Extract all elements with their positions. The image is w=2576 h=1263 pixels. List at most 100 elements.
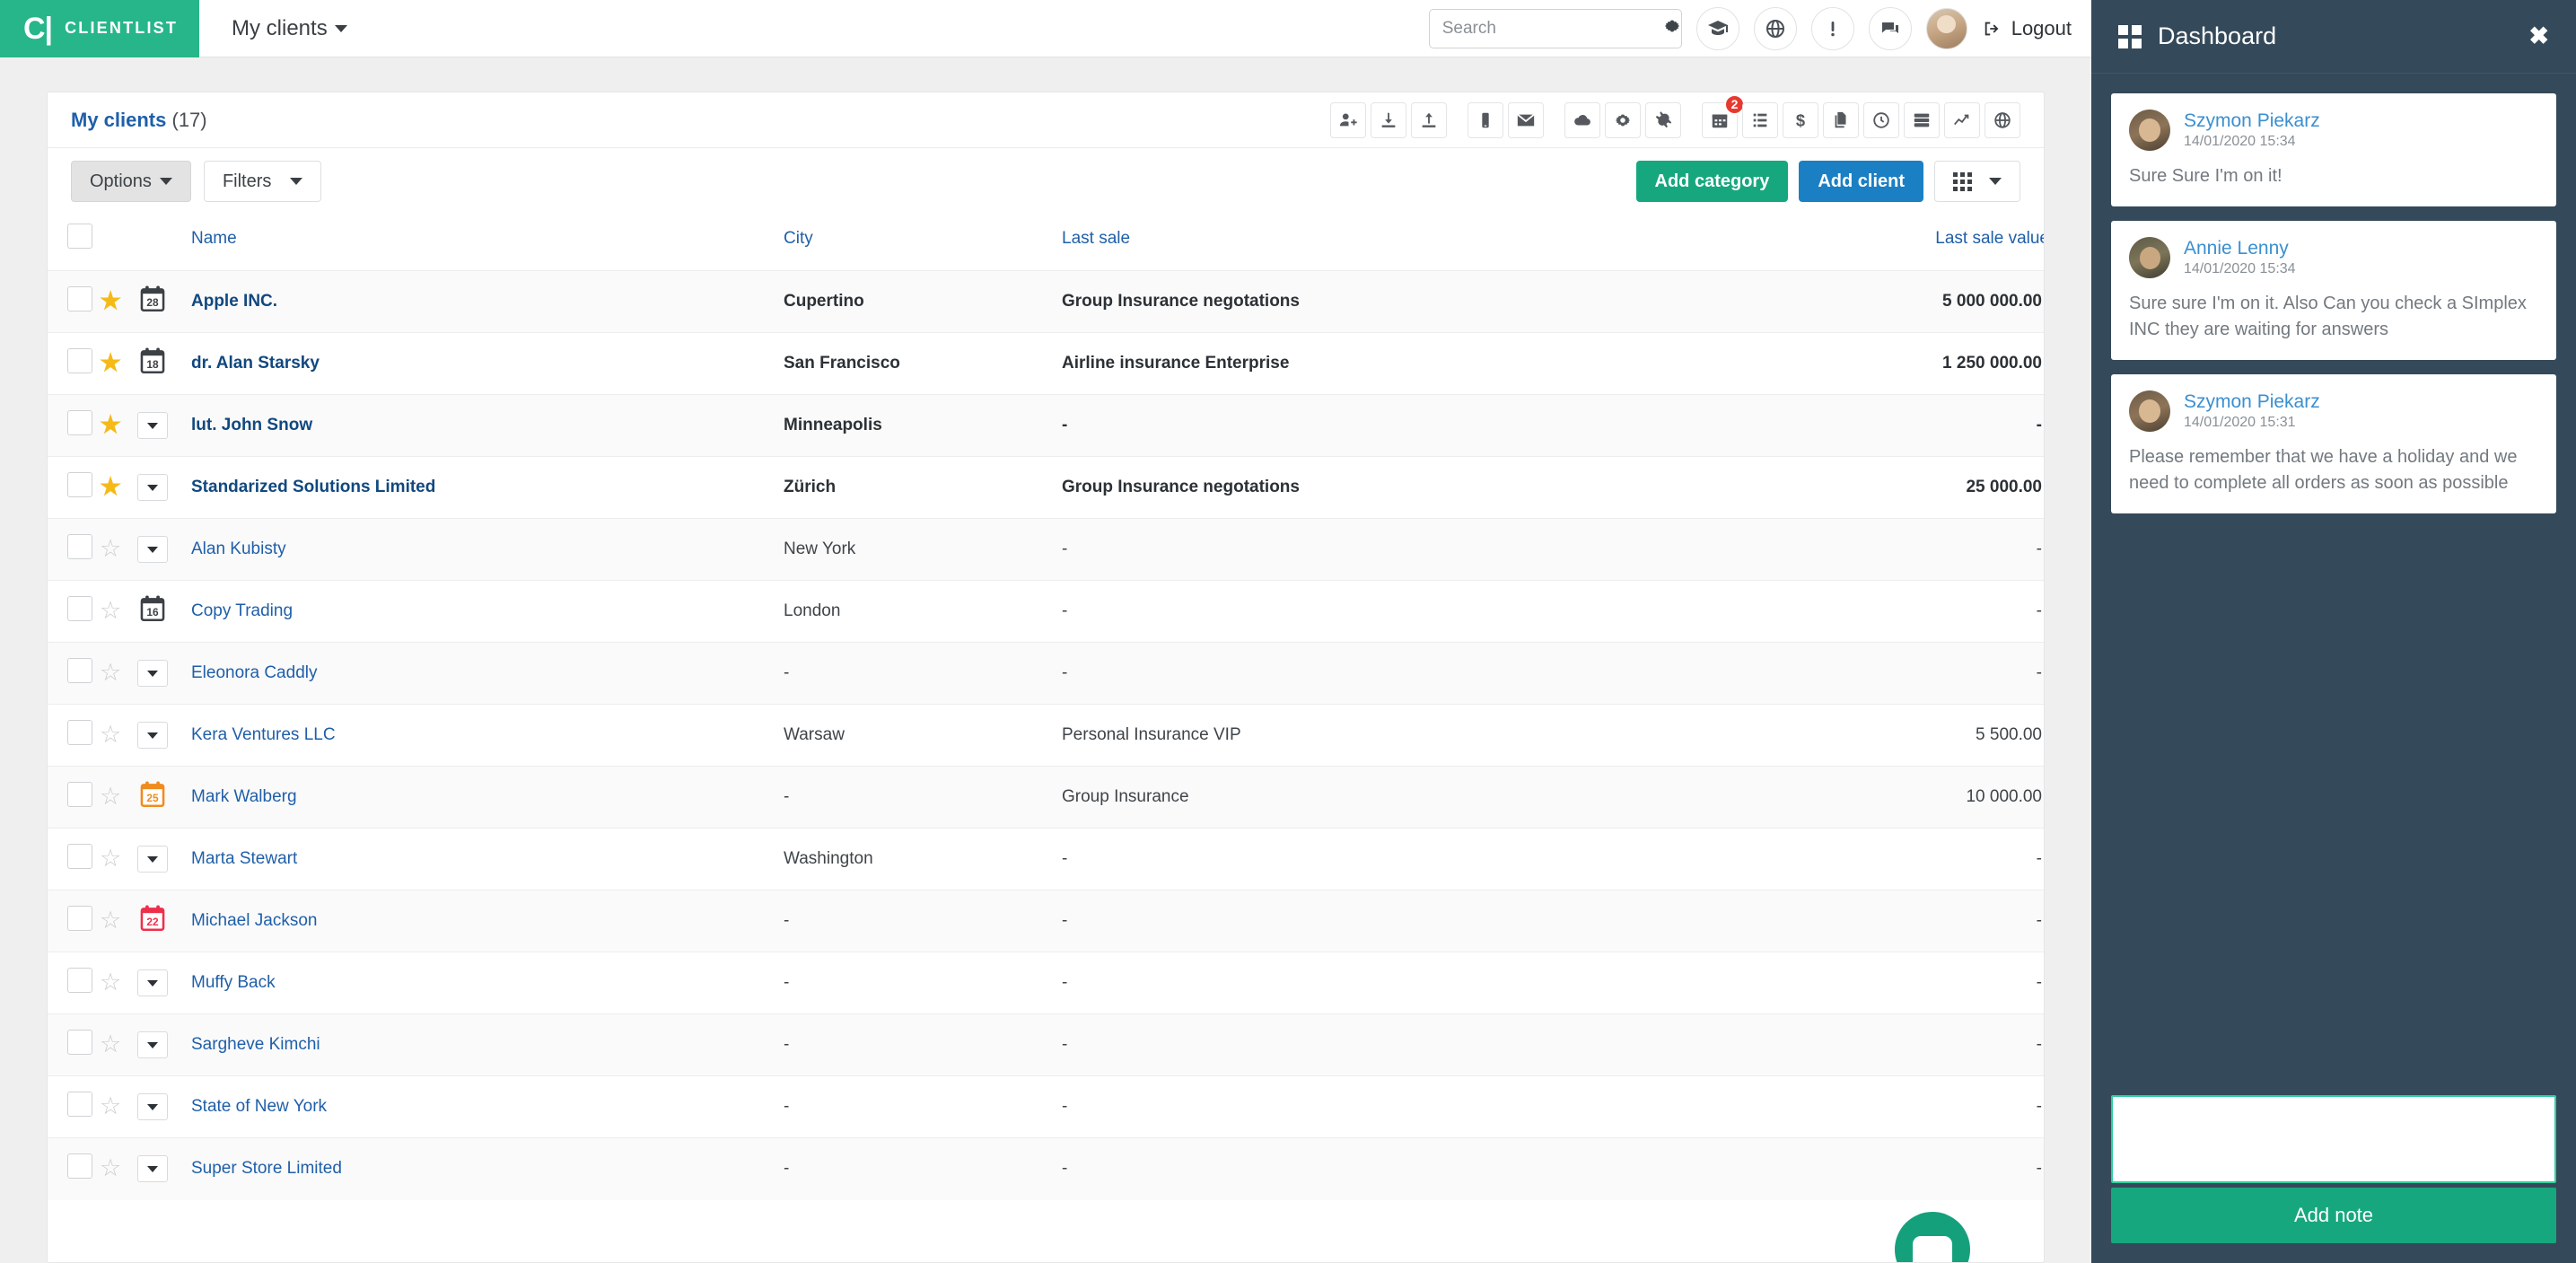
note-author[interactable]: Annie Lenny [2184, 238, 2296, 259]
client-link[interactable]: dr. Alan Starsky [191, 354, 320, 373]
client-link[interactable]: Mark Walberg [191, 787, 297, 806]
search-box[interactable] [1428, 8, 1682, 48]
row-dropdown-button[interactable] [137, 412, 168, 439]
client-link[interactable]: Alan Kubisty [191, 539, 286, 558]
row-checkbox[interactable] [67, 1153, 92, 1180]
table-row[interactable]: ☆ 22 Michael Jackson - - - [48, 890, 2044, 952]
upload-icon[interactable] [1411, 101, 1447, 138]
star-outline-icon[interactable]: ☆ [100, 659, 121, 686]
table-row[interactable]: ☆ Muffy Back - - - [48, 952, 2044, 1014]
graduation-cap-icon[interactable] [1695, 6, 1739, 50]
row-dropdown-button[interactable] [137, 722, 168, 749]
add-user-icon[interactable] [1330, 101, 1366, 138]
client-link[interactable]: Copy Trading [191, 601, 293, 620]
client-link[interactable]: Marta Stewart [191, 849, 297, 868]
floating-action-button[interactable] [1895, 1212, 1970, 1262]
client-link[interactable]: Standarized Solutions Limited [191, 478, 435, 496]
add-category-button[interactable]: Add category [1635, 161, 1789, 202]
row-checkbox[interactable] [67, 348, 92, 373]
star-outline-icon[interactable]: ☆ [100, 597, 121, 624]
chart-line-icon[interactable] [1944, 101, 1980, 138]
exclamation-icon[interactable] [1810, 6, 1854, 50]
table-row[interactable]: ☆ Eleonora Caddly - - - [48, 642, 2044, 705]
row-checkbox[interactable] [67, 472, 92, 497]
row-checkbox[interactable] [67, 906, 92, 931]
client-link[interactable]: Eleonora Caddly [191, 663, 317, 682]
gear-icon[interactable] [1662, 16, 1682, 40]
table-row[interactable]: ★ 28 Apple INC. Cupertino Group Insurance … [48, 270, 2044, 333]
row-dropdown-button[interactable] [137, 660, 168, 687]
filters-button[interactable]: Filters [203, 161, 322, 202]
note-author[interactable]: Szymon Piekarz [2184, 391, 2320, 413]
row-dropdown-button[interactable] [137, 1031, 168, 1058]
calendar-icon[interactable]: 25 [137, 779, 168, 810]
column-header-last-sale[interactable]: Last sale [1062, 215, 1726, 271]
star-outline-icon[interactable]: ☆ [100, 1031, 121, 1057]
brand-logo[interactable]: C| CLIENTLIST [0, 0, 199, 57]
star-outline-icon[interactable]: ☆ [100, 907, 121, 934]
calendar-icon[interactable]: 2 [1702, 93, 1745, 138]
row-checkbox[interactable] [67, 534, 92, 559]
nav-my-clients-menu[interactable]: My clients [232, 16, 347, 41]
calendar-icon[interactable]: 16 [137, 593, 168, 624]
table-row[interactable]: ☆ Kera Ventures LLC Warsaw Personal Insuran… [48, 704, 2044, 767]
table-row[interactable]: ☆ Alan Kubisty New York - - [48, 518, 2044, 581]
plug-icon[interactable] [1645, 101, 1681, 138]
row-checkbox[interactable] [67, 596, 92, 621]
star-outline-icon[interactable]: ☆ [100, 845, 121, 872]
client-link[interactable]: Michael Jackson [191, 911, 317, 930]
client-link[interactable]: State of New York [191, 1097, 327, 1116]
table-row[interactable]: ★ 18 dr. Alan Starsky San Francisco Airlin… [48, 332, 2044, 395]
logout-button[interactable]: Logout [1982, 17, 2072, 40]
table-row[interactable]: ☆ 16 Copy Trading London - - [48, 580, 2044, 643]
row-dropdown-button[interactable] [137, 1155, 168, 1183]
column-header-last-sale-value[interactable]: Last sale value [1726, 215, 2044, 271]
row-checkbox[interactable] [67, 968, 92, 993]
calendar-icon[interactable]: 18 [137, 346, 168, 376]
lifebuoy-icon[interactable] [1753, 6, 1797, 50]
client-link[interactable]: Super Store Limited [191, 1159, 342, 1178]
client-link[interactable]: lut. John Snow [191, 416, 312, 434]
client-link[interactable]: Sargheve Kimchi [191, 1035, 320, 1054]
client-link[interactable]: Muffy Back [191, 973, 276, 992]
note-input[interactable] [2111, 1095, 2556, 1183]
star-outline-icon[interactable]: ☆ [100, 535, 121, 562]
table-row[interactable]: ☆ Sargheve Kimchi - - - [48, 1013, 2044, 1076]
star-outline-icon[interactable]: ☆ [100, 783, 121, 810]
row-checkbox[interactable] [67, 658, 92, 683]
envelope-icon[interactable] [1508, 101, 1544, 138]
table-row[interactable]: ☆ State of New York - - - [48, 1075, 2044, 1138]
view-grid-dropdown[interactable] [1934, 161, 2020, 202]
row-checkbox[interactable] [67, 1092, 92, 1117]
table-row[interactable]: ☆ 25 Mark Walberg - Group Insurance 10 000.… [48, 766, 2044, 829]
row-dropdown-button[interactable] [137, 474, 168, 501]
options-button[interactable]: Options [71, 161, 191, 202]
row-checkbox[interactable] [67, 1030, 92, 1055]
dollar-icon[interactable]: $ [1783, 101, 1818, 138]
clock-icon[interactable] [1863, 101, 1899, 138]
row-dropdown-button[interactable] [137, 536, 168, 563]
user-avatar[interactable] [1925, 7, 1967, 49]
note-author[interactable]: Szymon Piekarz [2184, 110, 2320, 132]
comments-icon[interactable] [1868, 6, 1912, 50]
star-outline-icon[interactable]: ☆ [100, 721, 121, 748]
cloud-icon[interactable] [1564, 101, 1600, 138]
server-icon[interactable] [1904, 101, 1940, 138]
search-input[interactable] [1441, 18, 1662, 39]
client-link[interactable]: Kera Ventures LLC [191, 725, 336, 744]
row-checkbox[interactable] [67, 410, 92, 435]
row-dropdown-button[interactable] [137, 846, 168, 873]
table-row[interactable]: ★ Standarized Solutions Limited Zürich Grou… [48, 456, 2044, 519]
note-card[interactable]: Annie Lenny 14/01/2020 15:34 Sure sure I… [2111, 221, 2556, 361]
star-filled-icon[interactable]: ★ [100, 411, 121, 438]
row-dropdown-button[interactable] [137, 1093, 168, 1120]
star-outline-icon[interactable]: ☆ [100, 1154, 121, 1181]
column-header-name[interactable]: Name [191, 215, 784, 271]
download-icon[interactable] [1371, 101, 1406, 138]
row-checkbox[interactable] [67, 844, 92, 869]
select-all-checkbox[interactable] [67, 224, 92, 249]
star-filled-icon[interactable]: ★ [100, 287, 121, 314]
column-header-city[interactable]: City [784, 215, 1062, 271]
list-icon[interactable] [1742, 101, 1778, 138]
star-filled-icon[interactable]: ★ [100, 473, 121, 500]
